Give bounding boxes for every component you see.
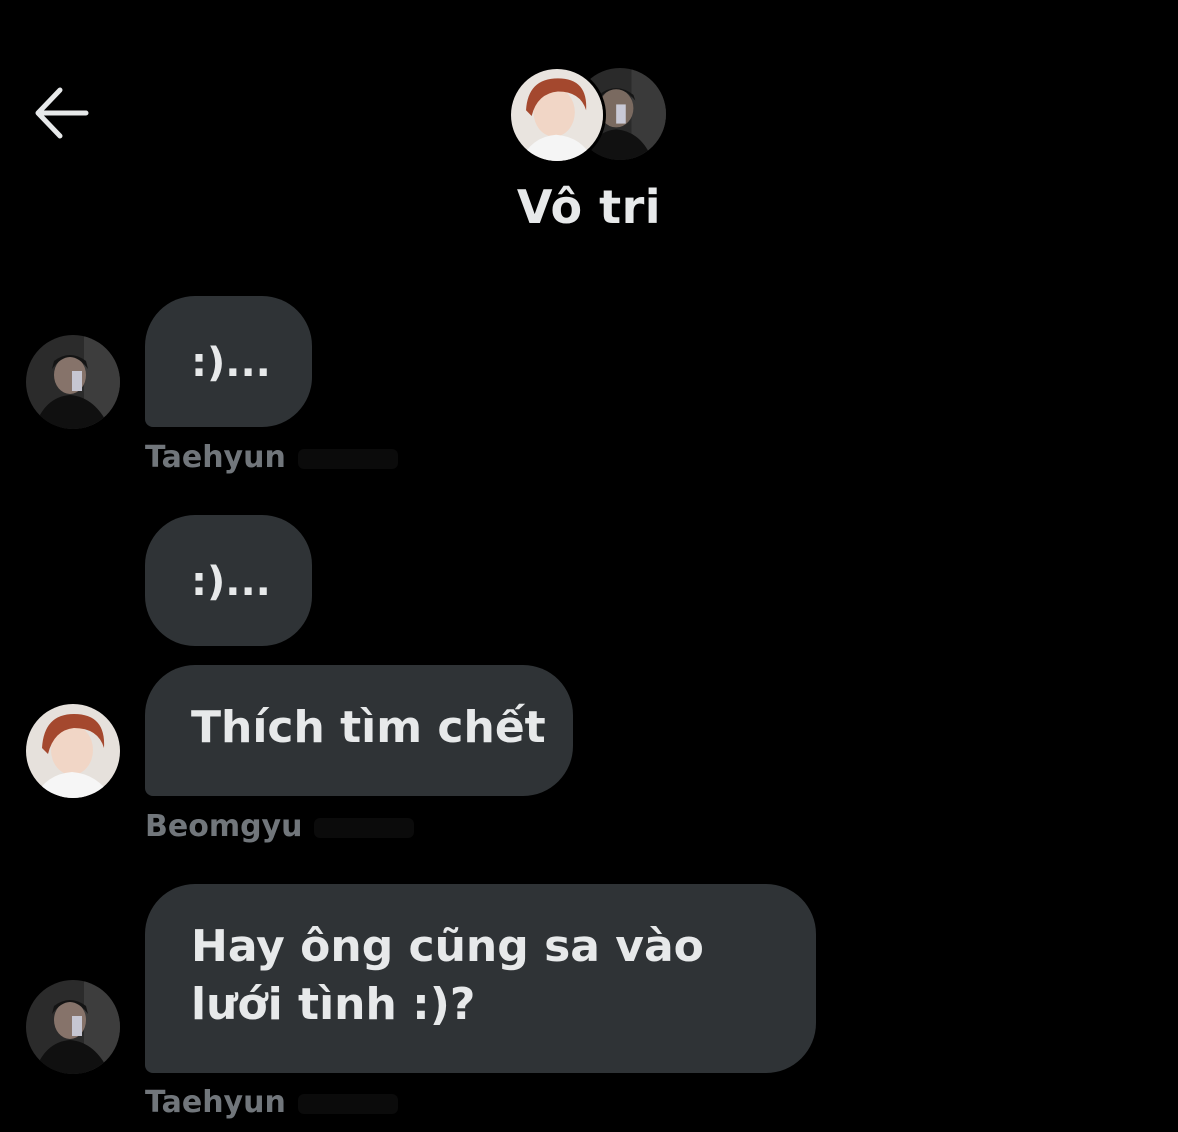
back-button[interactable] <box>30 84 92 142</box>
redacted-timestamp <box>297 448 398 469</box>
message-bubble[interactable]: Thích tìm chết <box>145 665 573 796</box>
conversation-title: Vô tri <box>516 180 662 234</box>
redacted-timestamp <box>314 817 415 838</box>
redacted-timestamp <box>297 1093 398 1114</box>
message-sender: Taehyun <box>145 1085 398 1120</box>
message-bubble[interactable]: :)... <box>145 515 312 646</box>
avatar-beomgyu[interactable] <box>26 704 120 798</box>
message-sender: Taehyun <box>145 440 398 475</box>
group-avatar-beomgyu[interactable] <box>508 66 606 164</box>
avatar-taehyun[interactable] <box>26 335 120 429</box>
message-bubble[interactable]: :)... <box>145 296 312 427</box>
avatar-taehyun[interactable] <box>26 980 120 1074</box>
message-bubble[interactable]: Hay ông cũng sa vào lưới tình :)? <box>145 884 816 1073</box>
message-sender: Beomgyu <box>145 809 415 844</box>
arrow-left-icon <box>35 87 89 139</box>
